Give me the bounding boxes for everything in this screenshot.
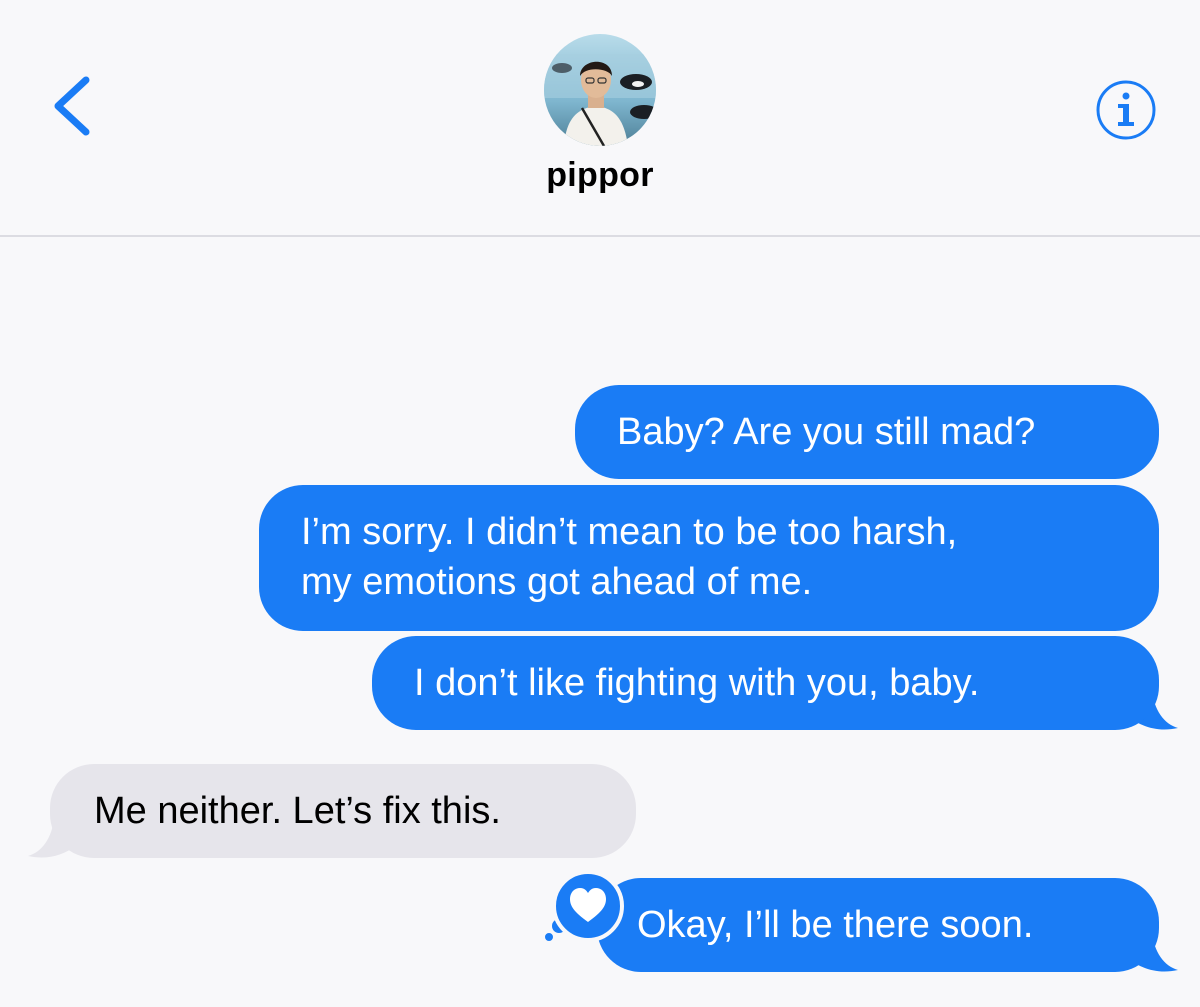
info-button[interactable] [1094, 78, 1158, 142]
heart-reaction-badge[interactable] [540, 866, 630, 946]
message-text: I don’t like fighting with you, baby. [414, 662, 980, 704]
avatar[interactable] [544, 34, 656, 146]
message-text: Okay, I’ll be there soon. [637, 904, 1034, 946]
avatar-photo [544, 34, 656, 146]
outgoing-message-bubble[interactable]: I don’t like fighting with you, baby. [372, 636, 1159, 730]
message-text: Baby? Are you still mad? [617, 411, 1036, 453]
incoming-message-bubble[interactable]: Me neither. Let’s fix this. [50, 764, 636, 858]
info-circle-icon [1096, 80, 1156, 140]
contact-name[interactable]: pippor [0, 156, 1200, 195]
message-text-line: my emotions got ahead of me. [301, 561, 813, 603]
back-button[interactable] [40, 66, 110, 146]
outgoing-message-bubble[interactable]: Okay, I’ll be there soon. [597, 878, 1159, 972]
message-text-line: I’m sorry. I didn’t mean to be too harsh… [301, 511, 958, 553]
message-text: Me neither. Let’s fix this. [94, 790, 501, 832]
outgoing-message-bubble[interactable]: I’m sorry. I didn’t mean to be too harsh… [259, 485, 1159, 631]
conversation-header: pippor [0, 0, 1200, 237]
chevron-left-icon [54, 76, 90, 136]
outgoing-message-bubble[interactable]: Baby? Are you still mad? [575, 385, 1159, 479]
